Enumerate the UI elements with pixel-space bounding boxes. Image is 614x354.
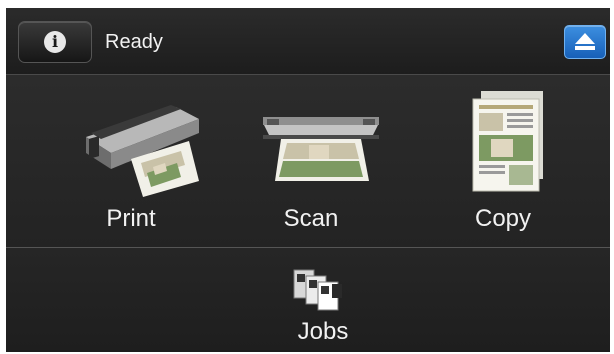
jobs-label: Jobs (297, 318, 349, 345)
status-text: Ready (105, 31, 163, 53)
scan-tile[interactable]: Scan (216, 75, 406, 247)
eject-button[interactable] (564, 25, 606, 59)
info-icon: i (44, 31, 66, 53)
print-tile[interactable]: Print (36, 75, 226, 247)
info-button[interactable]: i (18, 21, 92, 63)
eject-icon (575, 33, 595, 50)
jobs-queue-icon (293, 269, 342, 311)
scanner-icon (263, 117, 379, 181)
status-bar: i Ready (6, 8, 610, 75)
copy-tile[interactable]: Copy (408, 75, 598, 247)
scan-label: Scan (283, 205, 339, 232)
jobs-tile[interactable]: Jobs (6, 248, 610, 352)
copy-label: Copy (474, 205, 532, 232)
printer-icon (86, 105, 199, 197)
print-label: Print (106, 205, 156, 232)
printer-control-panel: i Ready Print Scan Copy Jobs (6, 8, 610, 352)
function-panel: Print Scan Copy (6, 75, 610, 247)
copy-icon (472, 91, 543, 192)
